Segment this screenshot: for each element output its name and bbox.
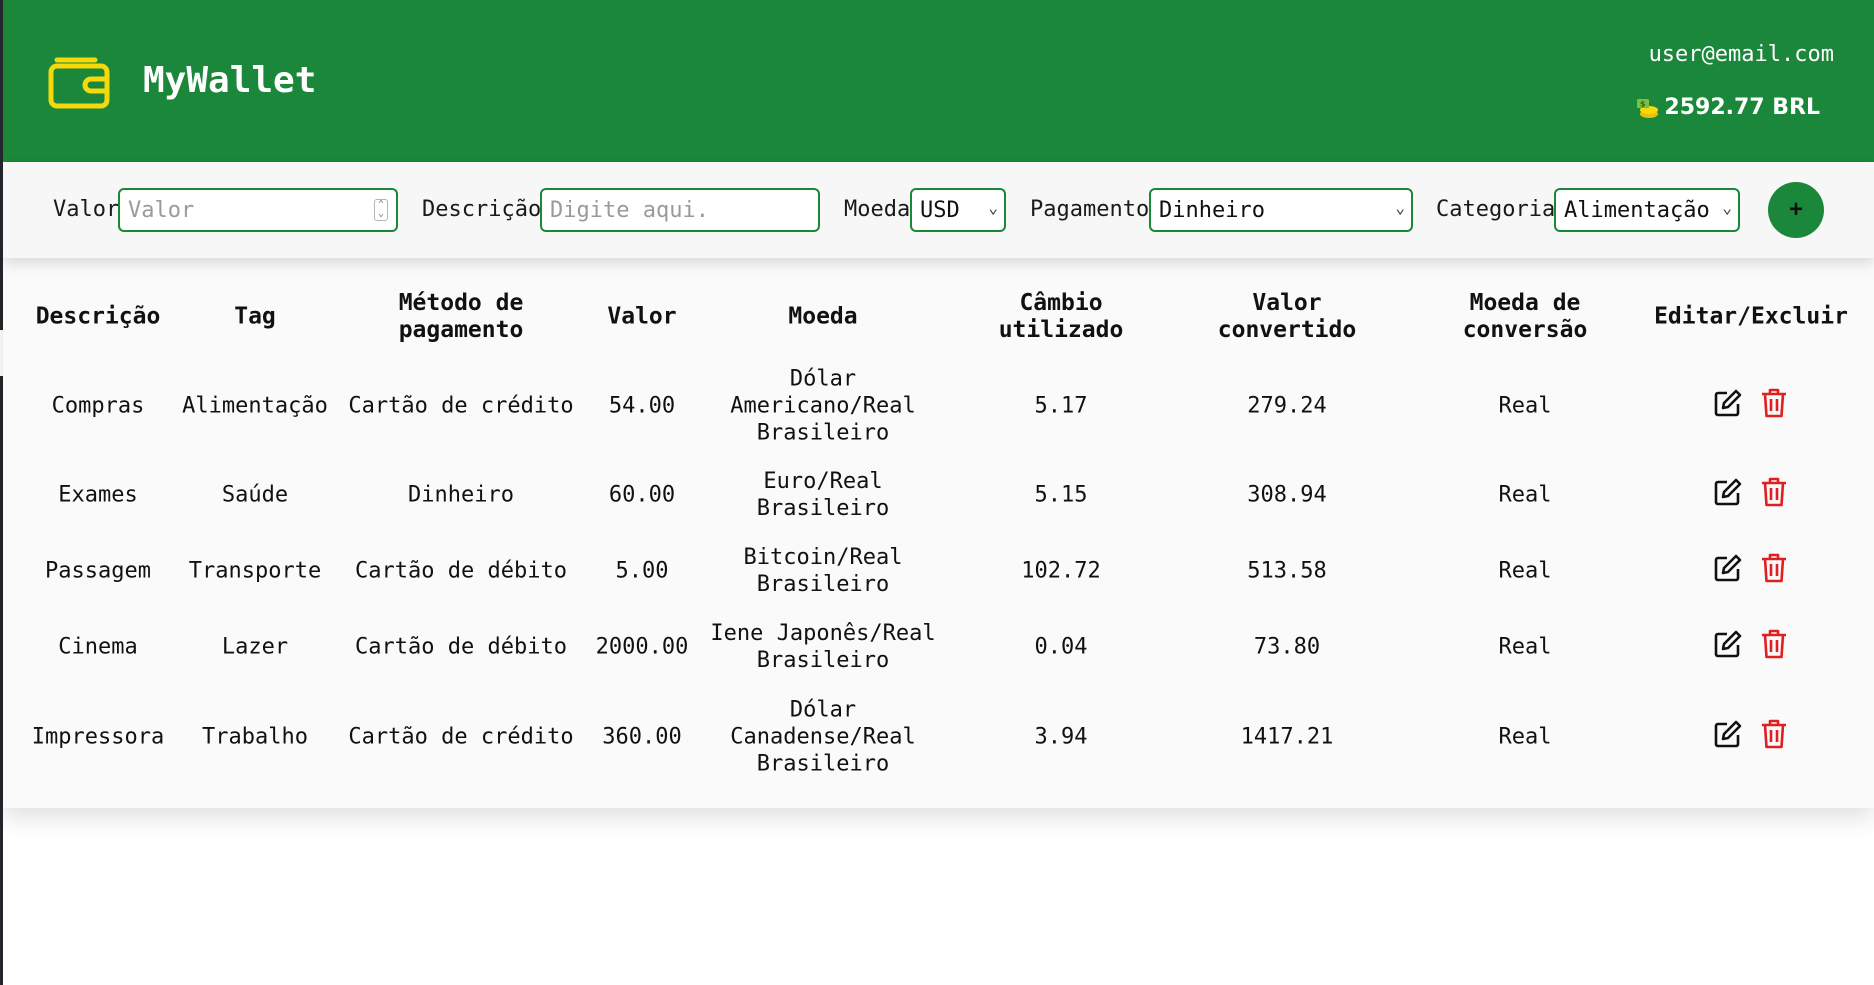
cell-cambio: 0.04 [1034,634,1088,660]
header-moeda: Moeda [788,303,858,330]
balance-value: 2592.77 BRL [1664,94,1820,120]
cell-metodo: Cartão de débito [355,634,567,660]
cell-valor: 5.00 [615,558,669,584]
total-balance: $ 2592.77 BRL [1634,94,1820,120]
header-tag: Tag [234,303,276,330]
cell-tag: Transporte [188,558,322,584]
cell-cambio: 102.72 [1021,558,1101,584]
cell-descricao: Cinema [58,634,138,660]
trash-icon[interactable] [1759,387,1789,419]
cell-moeda: Euro/Real Brasileiro [756,469,890,521]
cell-descricao: Impressora [31,724,165,750]
svg-text:$: $ [1640,100,1646,109]
valor-label: Valor [53,197,120,222]
edit-icon[interactable] [1713,628,1743,660]
cell-valor: 360.00 [602,724,682,750]
chevron-down-icon: ⌄ [988,198,998,217]
app-title: MyWallet [143,60,317,101]
trash-icon[interactable] [1759,628,1789,660]
cell-cambio: 3.94 [1034,724,1088,750]
cell-valor: 60.00 [608,482,676,508]
wallet-icon [48,57,110,109]
cell-tag: Trabalho [202,724,308,750]
cell-conversao: Real [1498,482,1552,508]
header-descricao: Descrição [35,303,161,330]
cell-convertido: 73.80 [1253,634,1321,660]
cell-metodo: Cartão de débito [355,558,567,584]
user-email: user@email.com [1648,42,1834,67]
header-valor: Valor [607,303,677,330]
cell-valor: 2000.00 [595,634,689,660]
edit-icon[interactable] [1713,718,1743,750]
header-acoes: Editar/Excluir [1654,303,1848,330]
cell-valor: 54.00 [608,393,676,419]
row-actions [1713,718,1789,750]
cell-conversao: Real [1498,393,1552,419]
cell-convertido: 513.58 [1247,558,1327,584]
cell-convertido: 279.24 [1247,393,1327,419]
cell-tag: Lazer [221,634,289,660]
moeda-select[interactable]: USD ⌄ [910,188,1006,232]
cell-metodo: Cartão de crédito [348,393,574,419]
header-cambio: Câmbio utilizado [998,290,1124,343]
expenses-table: Descrição Tag Método de pagamento Valor … [3,258,1874,808]
cell-metodo: Cartão de crédito [348,724,574,750]
cell-convertido: 1417.21 [1240,724,1334,750]
categoria-select[interactable]: Alimentação ⌄ [1554,188,1740,232]
row-actions [1713,552,1789,584]
cell-metodo: Dinheiro [408,482,514,508]
trash-icon[interactable] [1759,718,1789,750]
row-actions [1713,628,1789,660]
money-icon: $ [1637,99,1659,118]
expense-form: Valor Valor ⌃ ⌄ Descrição Digite aqui. Mo… [3,162,1874,258]
cell-tag: Saúde [221,482,289,508]
cell-descricao: Exames [58,482,138,508]
pagamento-label: Pagamento [1030,197,1150,222]
trash-icon[interactable] [1759,476,1789,508]
app-header: MyWallet user@email.com $ 2592.77 BRL [3,0,1874,162]
cell-conversao: Real [1498,634,1552,660]
categoria-label: Categoria [1436,197,1556,222]
edit-icon[interactable] [1713,476,1743,508]
header-conversao: Moeda de conversão [1462,290,1588,343]
pagamento-select[interactable]: Dinheiro ⌄ [1149,188,1413,232]
descricao-label: Descrição [422,197,542,222]
edit-icon[interactable] [1713,387,1743,419]
descricao-input[interactable]: Digite aqui. [540,188,820,232]
chevron-down-icon: ⌄ [1395,198,1405,217]
add-expense-button[interactable]: + [1768,182,1824,238]
cell-descricao: Compras [51,393,145,419]
header-convertido: Valor convertido [1217,290,1357,343]
row-actions [1713,476,1789,508]
cell-tag: Alimentação [182,393,328,419]
cell-descricao: Passagem [45,558,151,584]
chevron-down-icon: ⌄ [1722,198,1732,217]
cell-moeda: Dólar Canadense/Real Brasileiro [730,697,916,777]
cell-convertido: 308.94 [1247,482,1327,508]
cell-cambio: 5.15 [1034,482,1088,508]
header-metodo: Método de pagamento [398,290,524,343]
cell-moeda: Dólar Americano/Real Brasileiro [730,366,916,446]
cell-conversao: Real [1498,558,1552,584]
cell-moeda: Bitcoin/Real Brasileiro [743,545,903,597]
stepper-icon[interactable]: ⌃ ⌄ [374,199,388,221]
cell-moeda: Iene Japonês/Real Brasileiro [710,621,936,673]
cell-cambio: 5.17 [1034,393,1088,419]
edit-icon[interactable] [1713,552,1743,584]
moeda-label: Moeda [844,197,911,222]
valor-input[interactable]: Valor ⌃ ⌄ [118,188,398,232]
cell-conversao: Real [1498,724,1552,750]
row-actions [1713,387,1789,419]
trash-icon[interactable] [1759,552,1789,584]
